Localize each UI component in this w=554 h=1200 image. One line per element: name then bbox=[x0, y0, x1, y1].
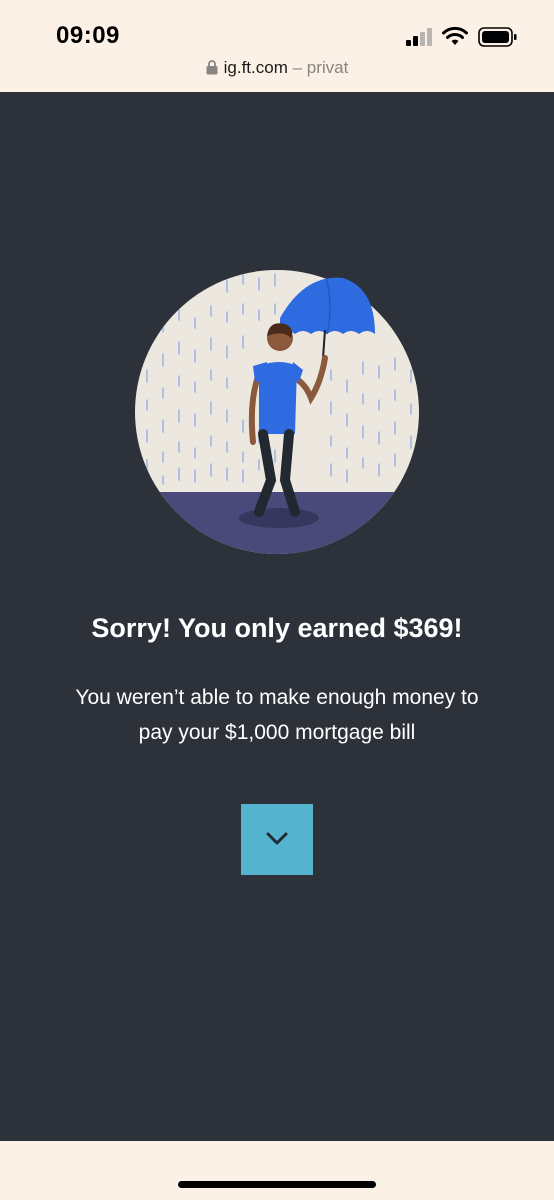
result-description-line-2: pay your $1,000 mortgage bill bbox=[138, 721, 416, 744]
status-time: 09:09 bbox=[56, 22, 120, 49]
status-bar: 09:09 ig.ft.com – privat bbox=[0, 0, 554, 92]
url-text: ig.ft.com bbox=[223, 58, 288, 77]
bottom-safe-area bbox=[0, 1141, 554, 1200]
result-description: You weren’t able to make enough money to… bbox=[60, 680, 494, 750]
cellular-signal-icon bbox=[406, 28, 432, 46]
result-headline: Sorry! You only earned $369! bbox=[91, 613, 463, 643]
person-in-rain-illustration bbox=[135, 270, 419, 554]
main-content: Sorry! You only earned $369! You weren’t… bbox=[0, 92, 554, 1141]
lock-icon bbox=[206, 60, 218, 75]
battery-icon bbox=[478, 27, 517, 47]
home-indicator[interactable] bbox=[178, 1181, 376, 1188]
address-bar[interactable]: ig.ft.com – privat bbox=[0, 58, 554, 78]
result-description-line-1: You weren’t able to make enough money to bbox=[75, 686, 479, 709]
scroll-down-button[interactable] bbox=[241, 804, 313, 875]
private-mode-label: – privat bbox=[292, 58, 349, 77]
wifi-icon bbox=[442, 26, 468, 45]
chevron-down-icon bbox=[266, 832, 288, 845]
